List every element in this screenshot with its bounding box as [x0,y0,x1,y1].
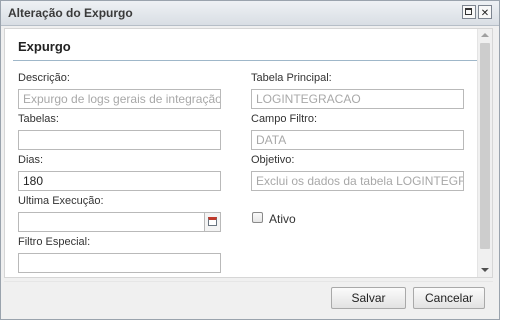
footer-divider [4,281,493,282]
vertical-scrollbar[interactable] [477,29,492,277]
ativo-checkbox[interactable] [252,212,263,223]
close-icon[interactable] [478,5,492,19]
ativo-label: Ativo [269,212,296,226]
tabelas-field[interactable] [18,130,221,150]
form-panel: Expurgo Descrição: Expurgo de logs gerai… [4,28,493,278]
scroll-up-icon[interactable] [481,33,489,37]
cancel-button[interactable]: Cancelar [413,287,485,309]
tabela-principal-field[interactable]: LOGINTEGRACAO [251,89,464,109]
descricao-field[interactable]: Expurgo de logs gerais de integração [18,89,221,109]
dias-field[interactable]: 180 [18,171,221,191]
ultima-execucao-field[interactable] [18,212,205,232]
dias-label: Dias: [18,154,44,166]
calendar-icon[interactable] [205,212,221,232]
ultima-execucao-label: Ultima Execução: [18,195,104,207]
campo-filtro-label: Campo Filtro: [251,113,318,125]
dialog-window: Alteração do Expurgo Expurgo Descrição: … [0,0,500,320]
campo-filtro-field[interactable]: DATA [251,130,464,150]
tabelas-label: Tabelas: [18,113,59,125]
objetivo-label: Objetivo: [251,154,295,166]
maximize-icon[interactable] [462,5,476,19]
tabela-principal-label: Tabela Principal: [251,72,332,84]
title-bar[interactable]: Alteração do Expurgo [1,1,499,26]
scrollbar-thumb[interactable] [480,43,490,249]
section-divider [13,60,479,61]
dialog-title: Alteração do Expurgo [8,6,133,20]
descricao-label: Descrição: [18,72,70,84]
filtro-especial-field[interactable] [18,253,221,273]
scroll-down-icon[interactable] [481,268,489,272]
objetivo-field[interactable]: Exclui os dados da tabela LOGINTEGRACAO [251,171,464,191]
section-title: Expurgo [18,39,71,54]
filtro-especial-label: Filtro Especial: [18,236,91,248]
save-button[interactable]: Salvar [331,287,406,309]
